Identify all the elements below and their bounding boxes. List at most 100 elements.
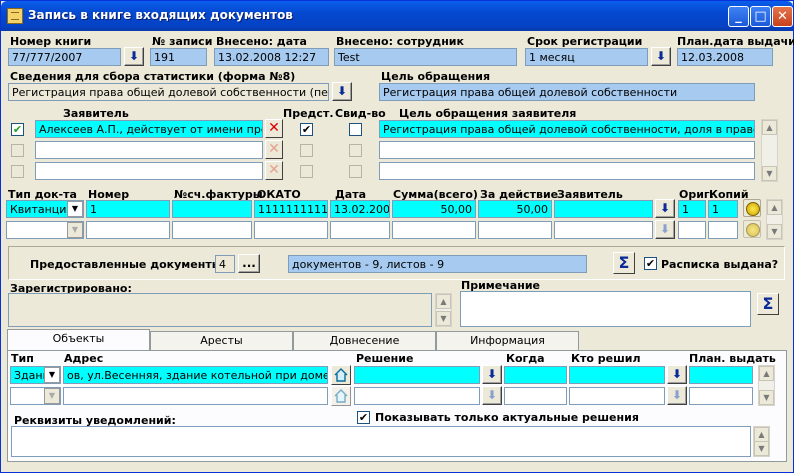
- coin-icon[interactable]: [743, 220, 761, 238]
- decision-select-button[interactable]: ⬇: [482, 386, 502, 405]
- house-icon[interactable]: [331, 386, 351, 406]
- obj-plan-field[interactable]: [689, 366, 753, 384]
- applicant-name-field[interactable]: Алексеев А.П., действует от имени предст…: [35, 120, 263, 138]
- date-field[interactable]: 13.02.2008 12:27: [214, 48, 329, 66]
- provided-more-button[interactable]: ...: [238, 254, 260, 273]
- obj-address-field[interactable]: [63, 387, 328, 405]
- who-select-button[interactable]: ⬇: [667, 386, 687, 405]
- scroll-down-icon[interactable]: ▼: [754, 441, 769, 456]
- repr-checkbox[interactable]: ✔: [300, 123, 313, 136]
- scroll-up-icon[interactable]: ▲: [759, 366, 774, 381]
- scroll-down-icon[interactable]: ▼: [436, 311, 451, 326]
- registered-scrollbar[interactable]: ▲ ▼: [435, 293, 452, 327]
- doc-applicant-field[interactable]: [554, 221, 653, 239]
- delete-person-icon[interactable]: ✕: [265, 140, 283, 159]
- rec-no-field[interactable]: 191: [150, 48, 207, 66]
- decision-field[interactable]: [354, 387, 480, 405]
- who-select-button[interactable]: ⬇: [667, 365, 687, 384]
- close-button[interactable]: ✕: [772, 6, 793, 27]
- purpose-field[interactable]: Регистрация права общей долевой собствен…: [379, 83, 755, 101]
- tab-additional-docs[interactable]: Довнесение документов: [293, 331, 436, 364]
- invoice-field[interactable]: [172, 221, 252, 239]
- scroll-down-icon[interactable]: ▼: [762, 166, 777, 181]
- term-field[interactable]: 1 месяц: [525, 48, 648, 66]
- house-icon[interactable]: [331, 365, 351, 385]
- cert-checkbox[interactable]: [349, 144, 362, 157]
- when-field[interactable]: [504, 366, 567, 384]
- who-field[interactable]: [569, 366, 665, 384]
- repr-checkbox[interactable]: [300, 165, 313, 178]
- scroll-up-icon[interactable]: ▲: [767, 200, 782, 215]
- applicant-name-field[interactable]: [35, 162, 263, 180]
- stats-field[interactable]: Регистрация права общей долевой собствен…: [8, 83, 329, 101]
- orig-field[interactable]: 1: [678, 200, 706, 218]
- doc-date-field[interactable]: [330, 221, 390, 239]
- copies-field[interactable]: 1: [708, 200, 738, 218]
- tab-information[interactable]: Информация: [436, 331, 579, 350]
- tab-arrests[interactable]: Аресты: [150, 331, 293, 350]
- scroll-up-icon[interactable]: ▲: [754, 427, 769, 442]
- sigma-icon[interactable]: Σ: [757, 293, 779, 315]
- scroll-down-icon[interactable]: ▼: [767, 224, 782, 239]
- copies-field[interactable]: [708, 221, 738, 239]
- scroll-up-icon[interactable]: ▲: [436, 294, 451, 309]
- repr-checkbox[interactable]: [300, 144, 313, 157]
- doc-applicant-select-button[interactable]: ⬇: [655, 199, 675, 218]
- cert-checkbox[interactable]: [349, 123, 362, 136]
- applicant-purpose-field[interactable]: Регистрация права общей долевой собствен…: [379, 120, 755, 138]
- doc-num-field[interactable]: [86, 221, 170, 239]
- stats-select-button[interactable]: ⬇: [332, 82, 352, 101]
- doc-applicant-field[interactable]: [554, 200, 653, 218]
- actual-decisions-checkbox[interactable]: ✔: [357, 411, 370, 424]
- book-no-select-button[interactable]: ⬇: [124, 47, 144, 66]
- sum-field[interactable]: [392, 221, 476, 239]
- term-select-button[interactable]: ⬇: [651, 47, 671, 66]
- cert-checkbox[interactable]: [349, 165, 362, 178]
- when-field[interactable]: [504, 387, 567, 405]
- applicant-row-checkbox[interactable]: ✔: [11, 123, 24, 136]
- maximize-button[interactable]: □: [750, 6, 771, 27]
- delete-person-icon[interactable]: ✕: [265, 119, 283, 138]
- chevron-down-icon[interactable]: ▼: [67, 222, 83, 238]
- plan-field[interactable]: 12.03.2008: [677, 48, 773, 66]
- minimize-button[interactable]: _: [728, 6, 749, 27]
- scroll-up-icon[interactable]: ▲: [762, 120, 777, 135]
- chevron-down-icon[interactable]: ▼: [67, 201, 83, 217]
- employee-field[interactable]: Test: [334, 48, 517, 66]
- objects-scrollbar[interactable]: ▲ ▼: [758, 365, 775, 406]
- act-field[interactable]: 50,00: [478, 200, 552, 218]
- chevron-down-icon[interactable]: ▼: [44, 388, 60, 404]
- tab-real-estate[interactable]: Объекты недвижимости: [7, 329, 150, 362]
- okato-field[interactable]: [254, 221, 328, 239]
- registered-field[interactable]: [8, 293, 432, 327]
- applicant-row-checkbox[interactable]: [11, 144, 24, 157]
- obj-plan-field[interactable]: [689, 387, 753, 405]
- orig-field[interactable]: [678, 221, 706, 239]
- who-field[interactable]: [569, 387, 665, 405]
- applicants-scrollbar[interactable]: ▲ ▼: [761, 119, 778, 182]
- provided-count-field[interactable]: 4: [215, 255, 235, 273]
- applicant-purpose-field[interactable]: [379, 141, 755, 159]
- note-field[interactable]: [460, 291, 751, 327]
- chevron-down-icon[interactable]: ▼: [44, 367, 60, 383]
- receipt-checkbox[interactable]: ✔: [644, 257, 657, 270]
- applicant-row-checkbox[interactable]: [11, 165, 24, 178]
- act-field[interactable]: [478, 221, 552, 239]
- notify-field[interactable]: [11, 426, 751, 457]
- invoice-field[interactable]: [172, 200, 252, 218]
- sum-field[interactable]: 50,00: [392, 200, 476, 218]
- docs-scrollbar[interactable]: ▲ ▼: [766, 199, 783, 240]
- doc-num-field[interactable]: 1: [86, 200, 170, 218]
- doc-date-field[interactable]: 13.02.2008: [330, 200, 390, 218]
- decision-field[interactable]: [354, 366, 480, 384]
- obj-address-field[interactable]: ов, ул.Весенняя, здание котельной при до…: [63, 366, 328, 384]
- decision-select-button[interactable]: ⬇: [482, 365, 502, 384]
- applicant-name-field[interactable]: [35, 141, 263, 159]
- provided-summary-field[interactable]: документов - 9, листов - 9: [288, 255, 587, 273]
- sigma-icon[interactable]: Σ: [613, 252, 635, 274]
- scroll-down-icon[interactable]: ▼: [759, 390, 774, 405]
- applicant-purpose-field[interactable]: [379, 162, 755, 180]
- coin-icon[interactable]: [743, 199, 761, 217]
- delete-person-icon[interactable]: ✕: [265, 161, 283, 180]
- okato-field[interactable]: 11111111113: [254, 200, 328, 218]
